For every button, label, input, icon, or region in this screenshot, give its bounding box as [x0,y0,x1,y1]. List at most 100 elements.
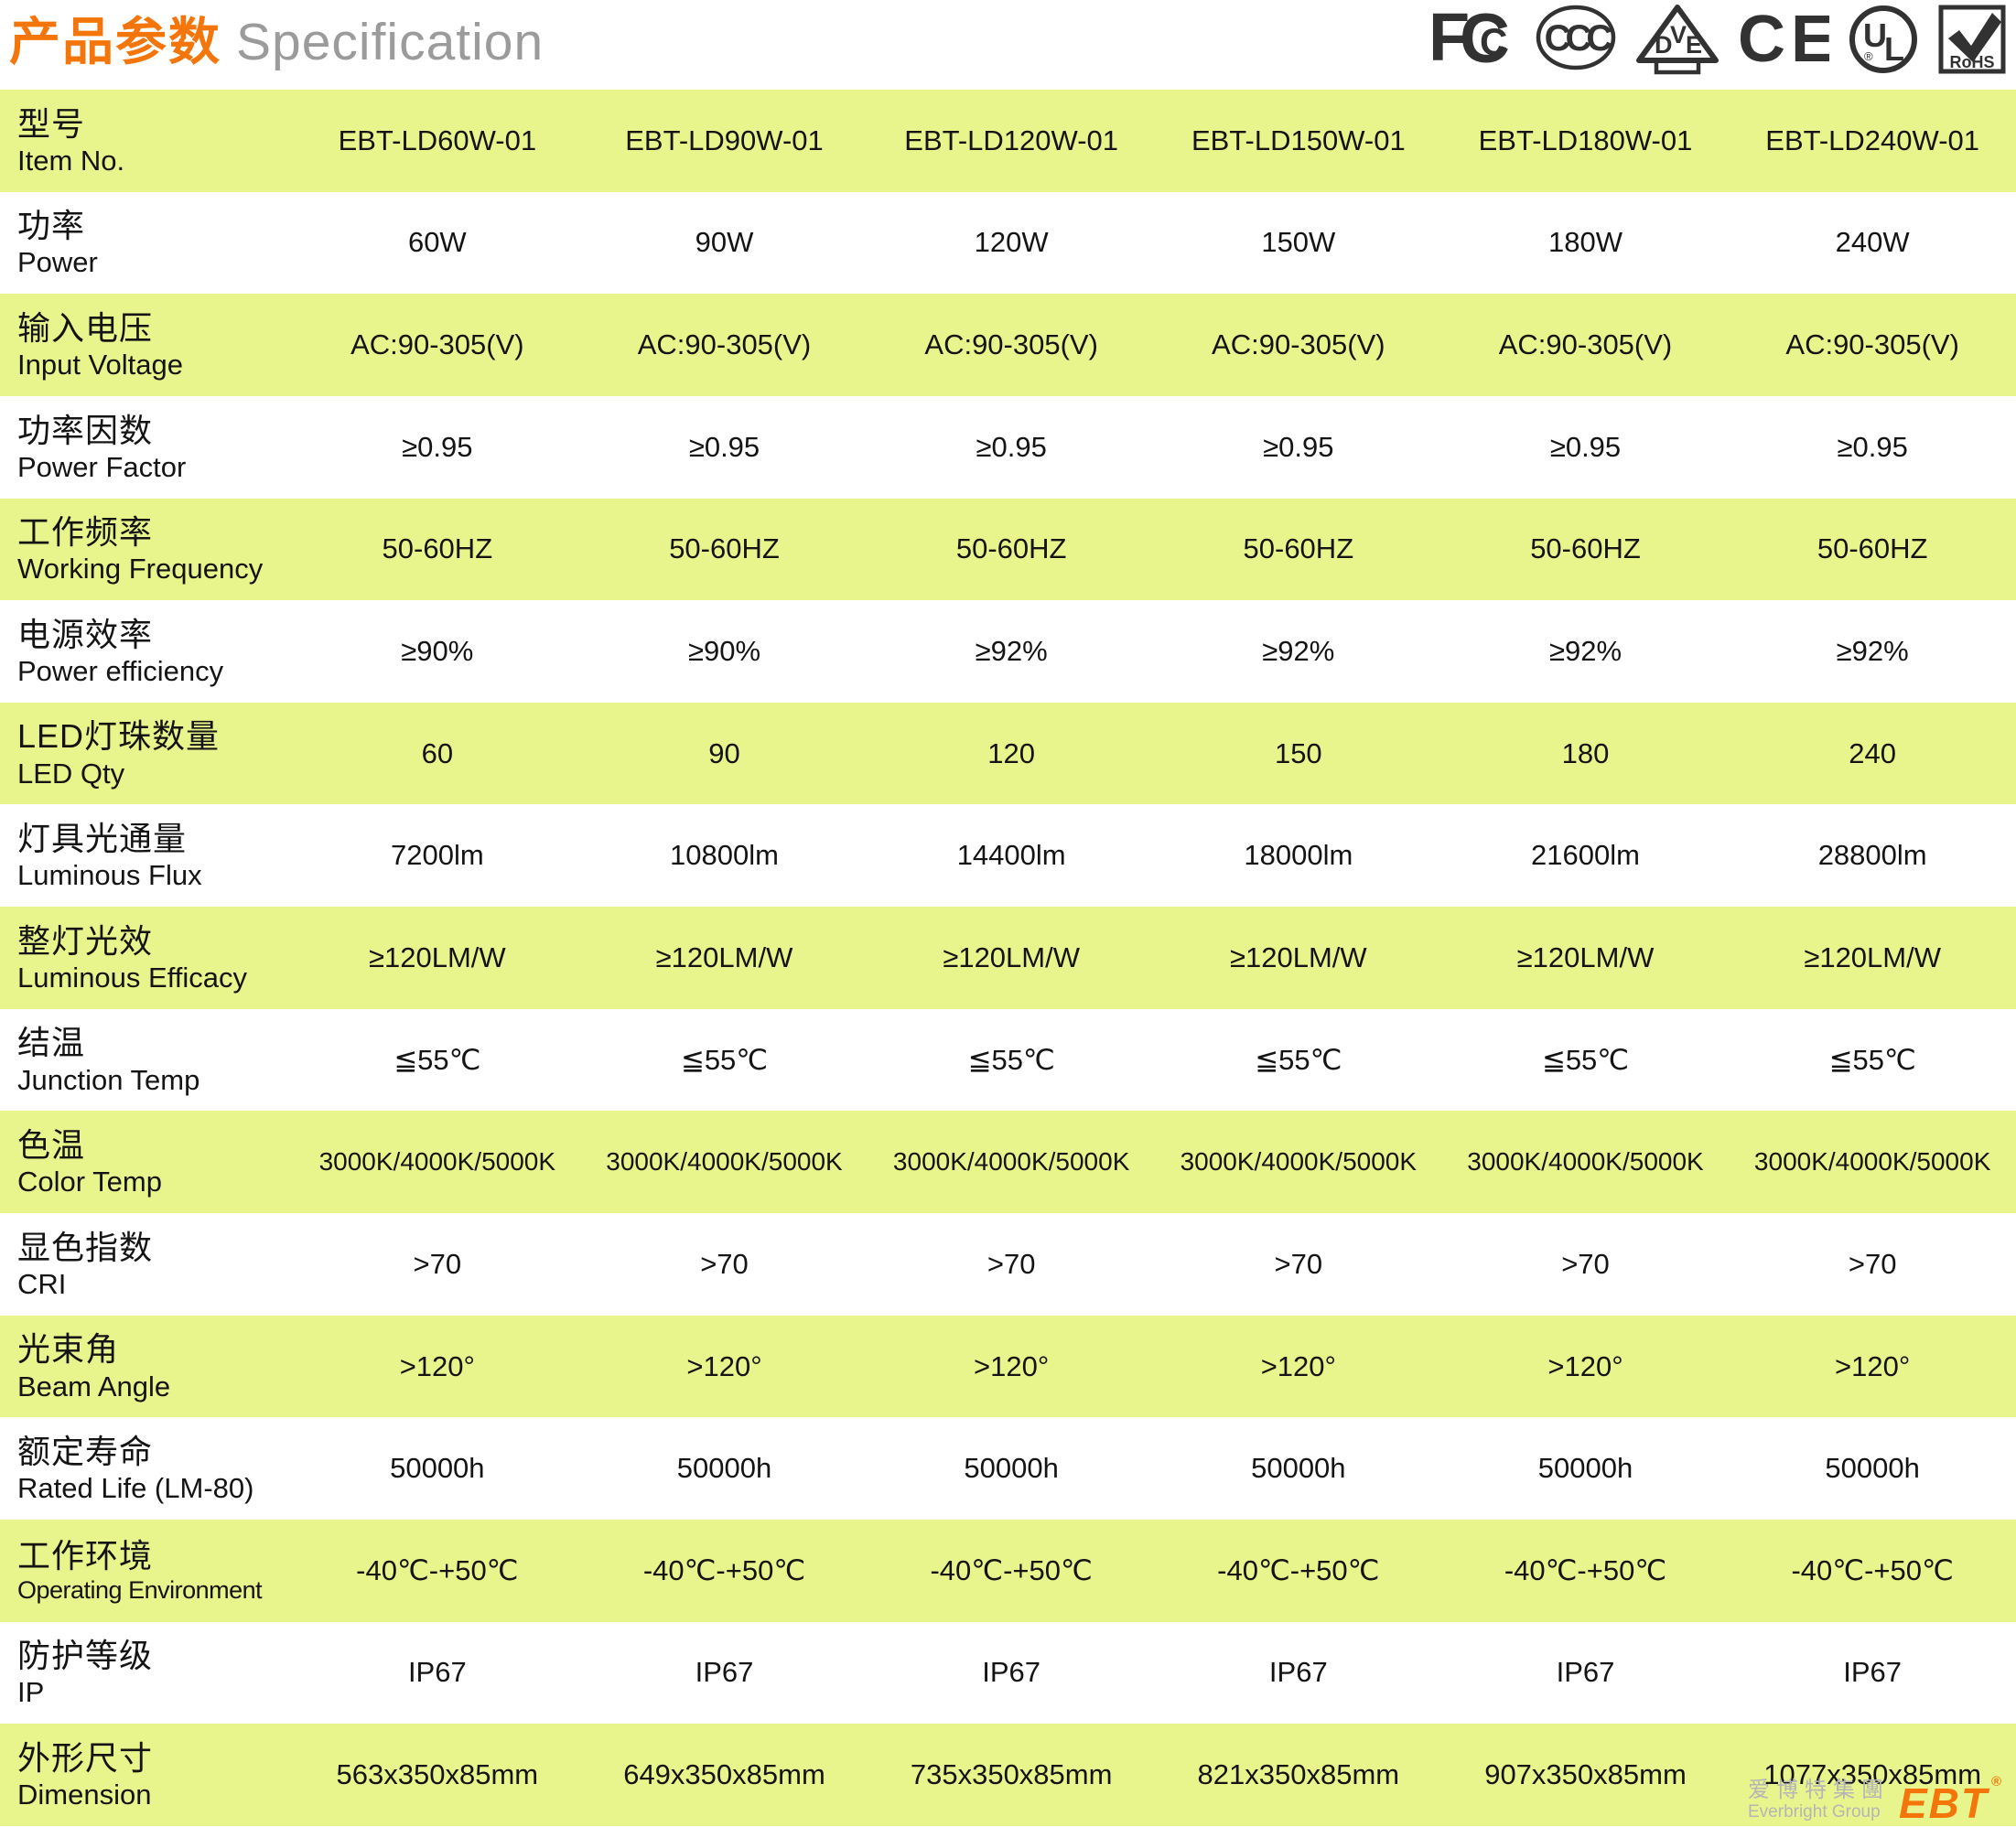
spec-value: 3000K/4000K/5000K [581,1147,868,1177]
spec-value: ≥92% [1155,635,1442,668]
row-label-en: Luminous Flux [17,858,294,892]
spec-value: AC:90-305(V) [868,328,1155,361]
row-label-zh: 工作频率 [17,512,294,552]
row-label: 结温Junction Temp [0,1023,294,1096]
spec-value: >70 [1442,1248,1730,1281]
row-label-en: Working Frequency [17,552,294,586]
spec-value: ≥92% [1729,635,2016,668]
spec-value: ≥120LM/W [1729,941,2016,974]
spec-value: 28800lm [1729,839,2016,872]
row-label-en: Color Temp [17,1165,294,1198]
table-row: 输入电压Input VoltageAC:90-305(V)AC:90-305(V… [0,294,2016,396]
certification-badges: F C C CCC D V E CE U L ® [1428,4,2007,75]
row-label-en: Item No. [17,144,294,177]
spec-value: 10800lm [581,839,868,872]
table-row: 显色指数CRI>70>70>70>70>70>70 [0,1213,2016,1316]
row-label: 工作频率Working Frequency [0,512,294,586]
spec-value: 150 [1155,737,1442,770]
row-label: 电源效率Power efficiency [0,615,294,688]
row-label: 外形尺寸Dimension [0,1738,294,1811]
spec-value: ≥120LM/W [294,941,581,974]
table-row: 功率因数Power Factor≥0.95≥0.95≥0.95≥0.95≥0.9… [0,396,2016,499]
spec-value: ≦55℃ [294,1044,581,1077]
page-title: 产品参数Specification [9,0,544,98]
registered-mark: ® [1991,1776,2003,1789]
spec-value: 907x350x85mm [1442,1758,1730,1791]
spec-value: IP67 [1729,1656,2016,1689]
spec-value: >120° [581,1350,868,1383]
table-row: 防护等级IPIP67IP67IP67IP67IP67IP67 [0,1622,2016,1725]
spec-value: EBT-LD180W-01 [1442,124,1730,157]
spec-value: AC:90-305(V) [1155,328,1442,361]
brand-watermark-text: 爱博特集團 Everbright Group [1748,1778,1890,1822]
spec-value: IP67 [581,1656,868,1689]
table-row: 整灯光效Luminous Efficacy≥120LM/W≥120LM/W≥12… [0,907,2016,1009]
spec-value: >70 [1155,1248,1442,1281]
ebt-logo: EBT® [1899,1785,2001,1822]
row-label: 色温Color Temp [0,1125,294,1198]
row-label-zh: 电源效率 [17,615,294,654]
ul-registered-mark: ® [1864,49,1873,63]
spec-value: ≥0.95 [868,431,1155,464]
spec-value: AC:90-305(V) [1729,328,2016,361]
row-label-en: LED Qty [17,757,294,790]
spec-value: 50-60HZ [581,532,868,565]
table-row: 电源效率Power efficiency≥90%≥90%≥92%≥92%≥92%… [0,600,2016,703]
spec-value: ≥0.95 [1155,431,1442,464]
spec-value: 50000h [1155,1452,1442,1485]
ebt-logo-text: EBT [1899,1779,1989,1827]
spec-value: ≥90% [294,635,581,668]
spec-value: >120° [1442,1350,1730,1383]
spec-value: 180W [1442,226,1730,259]
spec-value: 50-60HZ [1442,532,1730,565]
spec-value: 60 [294,737,581,770]
spec-value: >70 [294,1248,581,1281]
spec-value: 735x350x85mm [868,1758,1155,1791]
spec-value: 60W [294,226,581,259]
spec-value: 3000K/4000K/5000K [868,1147,1155,1177]
spec-value: 14400lm [868,839,1155,872]
row-label-en: IP [17,1675,294,1709]
table-row: 色温Color Temp3000K/4000K/5000K3000K/4000K… [0,1111,2016,1213]
spec-value: -40℃-+50℃ [1729,1554,2016,1587]
spec-value: -40℃-+50℃ [581,1554,868,1587]
spec-table: 型号Item No.EBT-LD60W-01EBT-LD90W-01EBT-LD… [0,90,2016,1826]
spec-value: 50000h [1729,1452,2016,1485]
row-label-zh: 输入电压 [17,308,294,348]
ce-letters: CE [1738,4,1829,71]
vde-icon: D V E [1635,4,1720,75]
row-label-zh: LED灯珠数量 [17,716,294,756]
spec-value: 50-60HZ [1729,532,2016,565]
row-label-zh: 防护等级 [17,1636,294,1675]
table-row: 灯具光通量Luminous Flux7200lm10800lm14400lm18… [0,804,2016,907]
brand-watermark: 爱博特集團 Everbright Group EBT® [1748,1778,2001,1822]
fcc-letter-c-inner: C [1480,20,1507,63]
row-label: 额定寿命Rated Life (LM-80) [0,1432,294,1505]
spec-value: EBT-LD150W-01 [1155,124,1442,157]
row-label-en: Operating Environment [17,1575,294,1605]
row-label-en: Beam Angle [17,1370,294,1403]
spec-value: ≥0.95 [1729,431,2016,464]
row-label-zh: 灯具光通量 [17,819,294,858]
spec-value: 50000h [1442,1452,1730,1485]
row-label-zh: 额定寿命 [17,1432,294,1471]
row-label-en: Input Voltage [17,348,294,382]
spec-value: AC:90-305(V) [1442,328,1730,361]
spec-value: EBT-LD90W-01 [581,124,868,157]
row-label: 功率因数Power Factor [0,411,294,484]
spec-value: ≥0.95 [1442,431,1730,464]
spec-value: AC:90-305(V) [581,328,868,361]
row-label-zh: 型号 [17,104,294,144]
spec-value: 50-60HZ [1155,532,1442,565]
spec-value: 240W [1729,226,2016,259]
row-label-zh: 显色指数 [17,1228,294,1267]
table-row: 功率Power60W90W120W150W180W240W [0,192,2016,295]
spec-value: 50000h [581,1452,868,1485]
vde-letter-e: E [1686,31,1702,59]
spec-value: 3000K/4000K/5000K [294,1147,581,1177]
spec-value: 21600lm [1442,839,1730,872]
rohs-icon: RoHS [1937,4,2007,75]
spec-value: AC:90-305(V) [294,328,581,361]
spec-value: >120° [868,1350,1155,1383]
row-label: 灯具光通量Luminous Flux [0,819,294,892]
